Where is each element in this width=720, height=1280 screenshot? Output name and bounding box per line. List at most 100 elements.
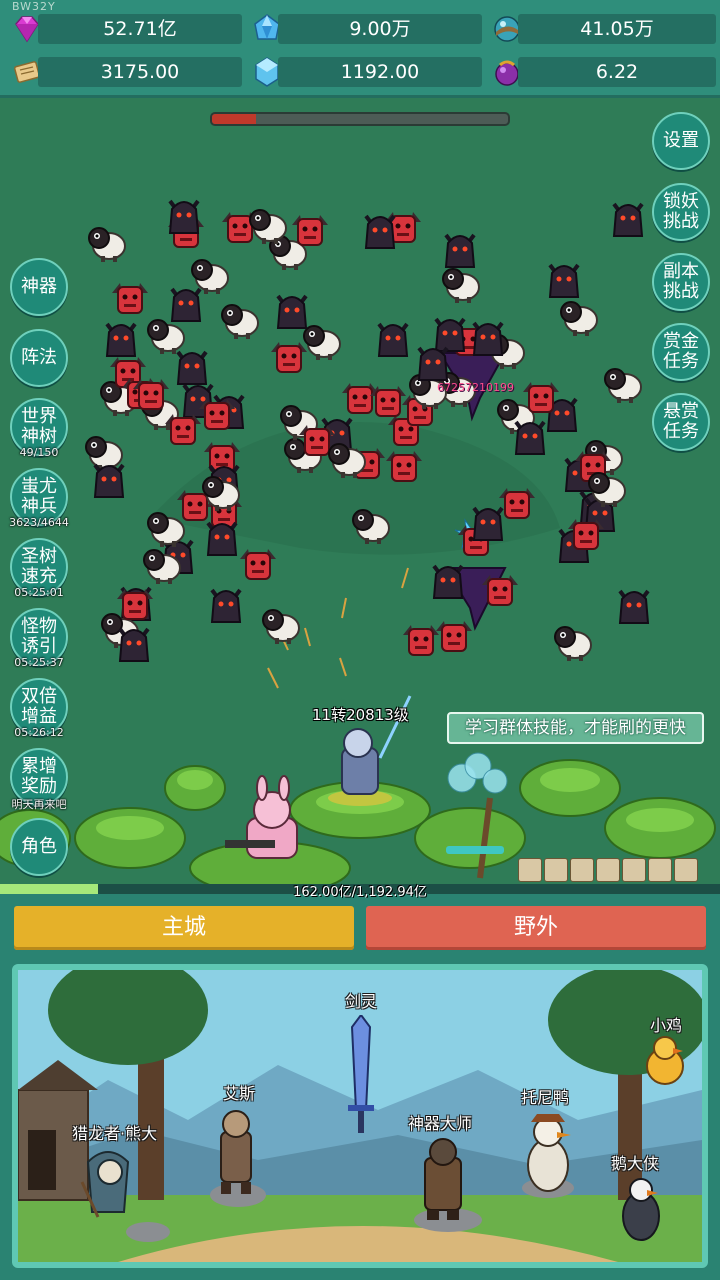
double-buff-timer: 05:26:12: [14, 726, 64, 739]
artifact-master-npc[interactable]: [415, 1134, 471, 1222]
skill-slot[interactable]: [570, 858, 594, 882]
shadow-ghost-monster: [276, 294, 308, 329]
boss-hp-fill: [212, 114, 257, 124]
resource-value: 1192.00: [278, 57, 482, 87]
shadow-ghost-monster: [472, 506, 504, 541]
red-demon-monster: [112, 282, 149, 314]
tab-wilderness[interactable]: 野外: [366, 906, 706, 950]
sword-spirit-npc[interactable]: [346, 1015, 376, 1135]
boss-hp-bar: [210, 112, 510, 126]
horned-beast-monster: [190, 258, 229, 294]
shadow-ghost-monster: [611, 202, 644, 238]
resource-orb: 41.05万: [490, 14, 716, 44]
horned-beast-monster: [201, 476, 240, 512]
ace-npc[interactable]: [211, 1106, 261, 1196]
dungeon-label: 副本挑战: [663, 261, 699, 302]
horned-beast-monster: [603, 368, 642, 404]
horned-beast-monster: [441, 267, 480, 303]
red-demon-monster: [292, 215, 329, 247]
battlefield[interactable]: 67257210199 11转20813级 学习群体技能，才能刷的更快 设置 锁…: [0, 98, 720, 888]
game-screen: BW32Y 52.71亿 9.00万 41.05万 3175.00 1192.0…: [0, 0, 720, 1280]
monster-lure-label: 怪物诱引: [21, 616, 57, 657]
damage-number: 67257210199: [437, 381, 514, 394]
demon-lock-challenge-button[interactable]: 锁妖挑战: [652, 183, 710, 241]
resource-ice: 1192.00: [250, 57, 482, 87]
bounty-label: 赏金任务: [663, 331, 699, 372]
red-demon-monster: [271, 342, 308, 374]
shadow-ghost-monster: [617, 589, 650, 624]
resource-potion: 6.22: [490, 57, 716, 87]
dungeon-challenge-button[interactable]: 副本挑战: [652, 253, 710, 311]
red-demon-monster: [132, 379, 169, 411]
skill-slot[interactable]: [518, 858, 542, 882]
red-demon-monster: [523, 382, 560, 414]
resource-crystal: 9.00万: [250, 14, 482, 44]
horned-beast-monster: [88, 226, 127, 262]
red-demon-monster: [385, 450, 422, 482]
red-demon-monster: [403, 625, 440, 657]
tony-duck-npc[interactable]: [521, 1110, 575, 1200]
npc-name-dragon-hunter: 猎龙者·熊大: [72, 1124, 158, 1143]
artifact-label: 神器: [21, 276, 57, 297]
settings-button[interactable]: 设置: [652, 112, 710, 170]
dragon-hunter-npc[interactable]: [78, 1142, 138, 1222]
character-button[interactable]: 角色: [10, 818, 68, 876]
goose-hero-npc[interactable]: [616, 1174, 666, 1244]
shadow-ghost-monster: [417, 346, 449, 381]
red-demon-monster: [117, 588, 154, 620]
monster-lure-timer: 05:25:37: [14, 656, 64, 669]
shadow-ghost-monster: [364, 215, 396, 250]
horned-beast-monster: [262, 609, 301, 645]
cumulative-reward-status: 明天再来吧: [11, 798, 67, 811]
npc-name-artifact-master: 神器大师: [408, 1114, 473, 1133]
npc-name-sword-spirit: 剑灵: [345, 992, 378, 1011]
resource-value: 52.71亿: [38, 14, 242, 44]
red-demon-monster: [568, 518, 605, 550]
settings-label: 设置: [663, 130, 699, 151]
shadow-ghost-monster: [472, 321, 504, 356]
bounty-task-button[interactable]: 赏金任务: [652, 323, 710, 381]
chiyou-weapon-label: 蚩尤神兵: [21, 476, 57, 517]
chiyou-weapon-progress: 3623/4644: [9, 516, 69, 529]
reward-task-label: 悬赏任务: [663, 401, 699, 442]
shadow-ghost-monster: [206, 522, 238, 557]
tab-main-city[interactable]: 主城: [14, 906, 354, 950]
shadow-ghost-monster: [168, 200, 200, 235]
resource-value: 41.05万: [518, 14, 716, 44]
artifact-button[interactable]: 神器: [10, 258, 68, 316]
resource-scroll: 3175.00: [10, 57, 242, 87]
character-label: 角色: [21, 836, 57, 857]
player-level: 11转20813级: [312, 706, 409, 724]
skill-hint: 学习群体技能，才能刷的更快: [447, 712, 704, 744]
skill-slot[interactable]: [596, 858, 620, 882]
shadow-ghost-monster: [210, 588, 242, 623]
chick-npc[interactable]: [643, 1032, 687, 1088]
red-demon-monster: [369, 386, 406, 418]
skill-bar: [518, 858, 698, 882]
shadow-ghost-monster: [548, 263, 580, 299]
skill-slot[interactable]: [674, 858, 698, 882]
skill-slot[interactable]: [544, 858, 568, 882]
shadow-ghost-monster: [176, 351, 208, 386]
horned-beast-monster: [588, 472, 627, 508]
npc-name-ace: 艾斯: [223, 1084, 256, 1103]
shadow-ghost-monster: [514, 420, 546, 455]
resource-gems: 52.71亿: [10, 14, 242, 44]
formation-button[interactable]: 阵法: [10, 329, 68, 387]
shadow-ghost-monster: [118, 627, 150, 662]
holy-tree-boost-timer: 05:25:01: [14, 586, 64, 599]
shadow-ghost-monster: [92, 463, 125, 499]
shadow-ghost-monster: [432, 564, 464, 599]
resource-value: 3175.00: [38, 57, 242, 87]
town-scene: 剑灵 小鸡 艾斯 托尼鸭 神器大师 猎龙者·熊大 鹅大侠: [12, 964, 708, 1268]
horned-beast-monster: [249, 209, 288, 245]
horned-beast-monster: [146, 511, 185, 547]
shadow-ghost-monster: [377, 322, 409, 357]
resource-value: 6.22: [518, 57, 716, 87]
reward-task-button[interactable]: 悬赏任务: [652, 393, 710, 451]
skill-slot[interactable]: [622, 858, 646, 882]
horned-beast-monster: [220, 304, 259, 340]
cumulative-reward-label: 累增奖励: [21, 756, 57, 797]
skill-slot[interactable]: [648, 858, 672, 882]
holy-tree-boost-label: 圣树速充: [21, 546, 57, 587]
